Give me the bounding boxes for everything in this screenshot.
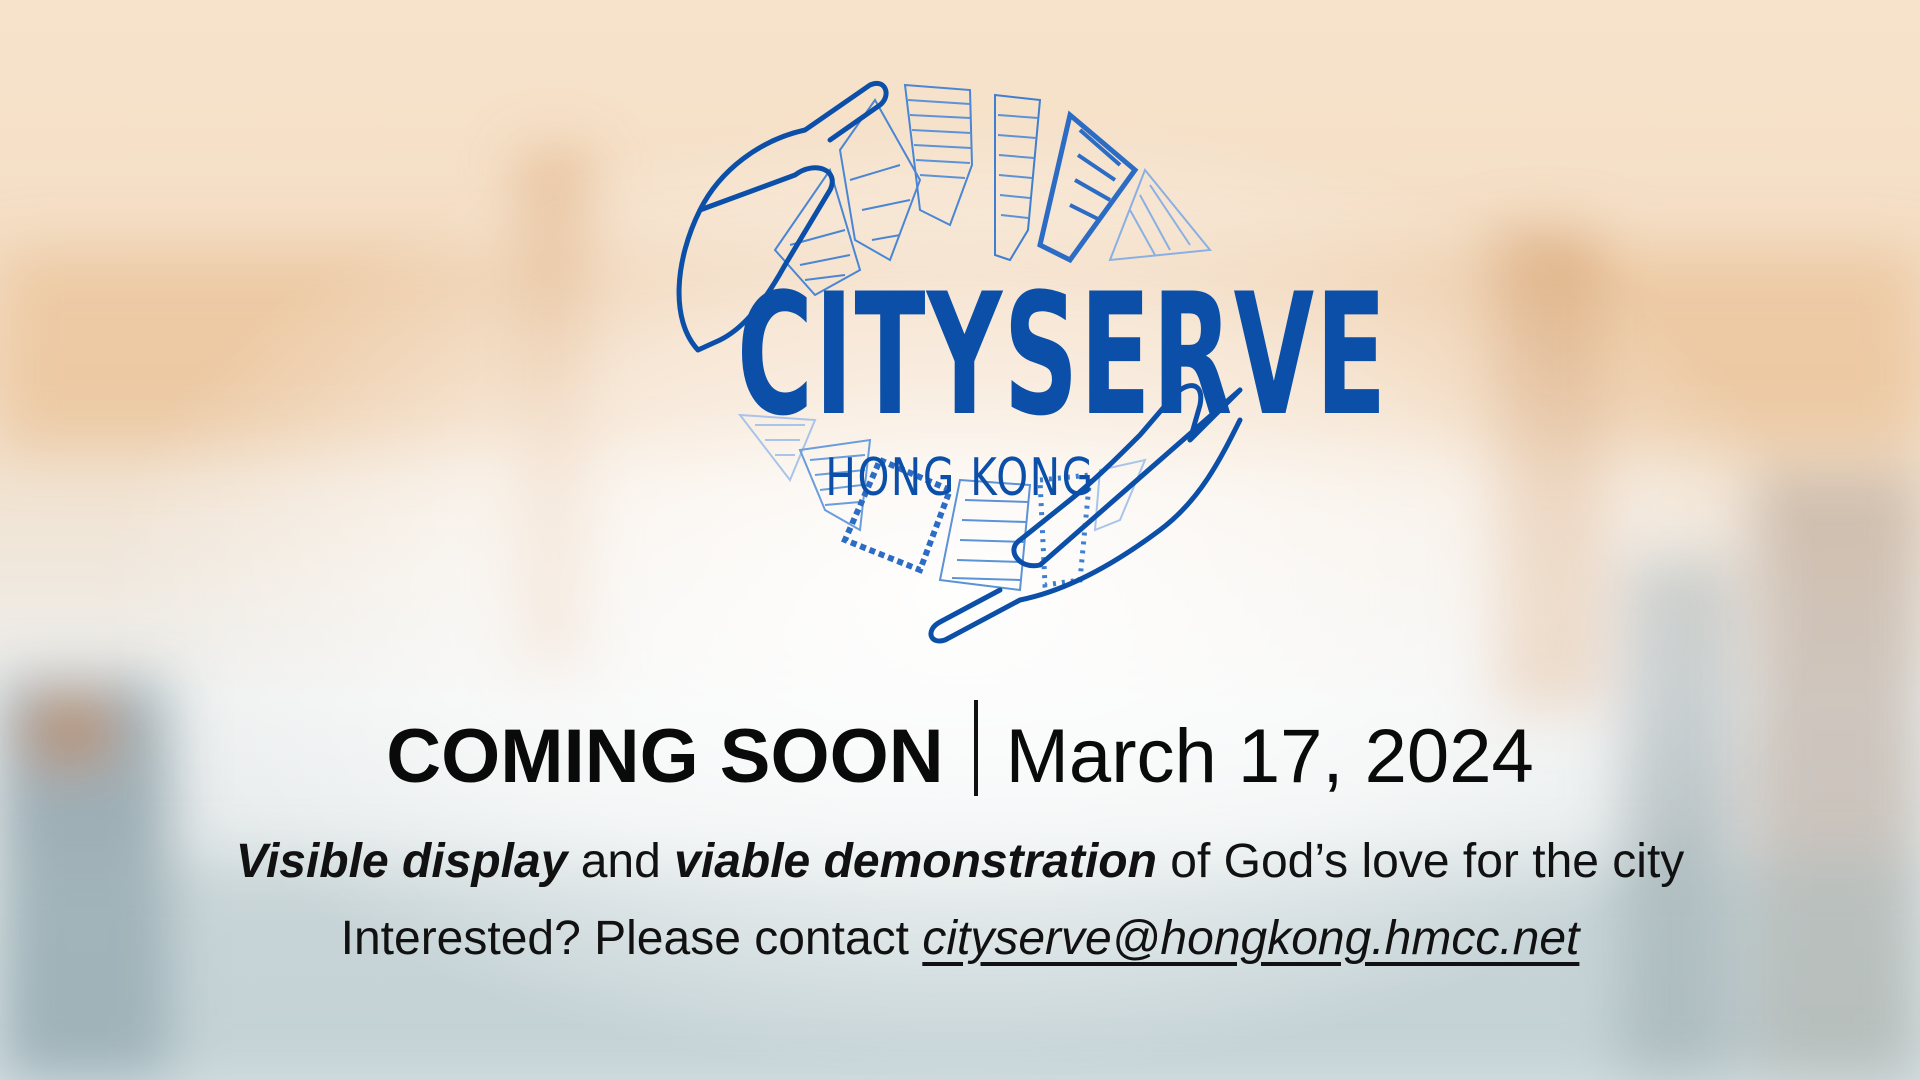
headline-divider [973,700,978,796]
contact-line: Interested? Please contact cityserve@hon… [0,908,1920,970]
logo-title: CITYSERVE [736,257,1388,453]
contact-prefix: Interested? Please contact [340,912,923,965]
coming-soon-text: COMING SOON [386,714,944,799]
tagline-emphasis-2: viable demonstration [674,835,1157,888]
tagline-emphasis-1: Visible display [235,835,568,888]
logo-subtitle: HONG KONG [825,448,1095,508]
announcement-headline: COMING SOON March 17, 2024 [0,700,1920,802]
contact-email-link[interactable]: cityserve@hongkong.hmcc.net [922,912,1579,965]
launch-date: March 17, 2024 [1005,714,1534,799]
tagline-ending: of God’s love for the city [1156,835,1685,888]
tagline-connector: and [567,835,675,888]
cityserve-logo: CITYSERVE HONG KONG [600,60,1388,660]
tagline: Visible display and viable demonstration… [0,832,1920,892]
